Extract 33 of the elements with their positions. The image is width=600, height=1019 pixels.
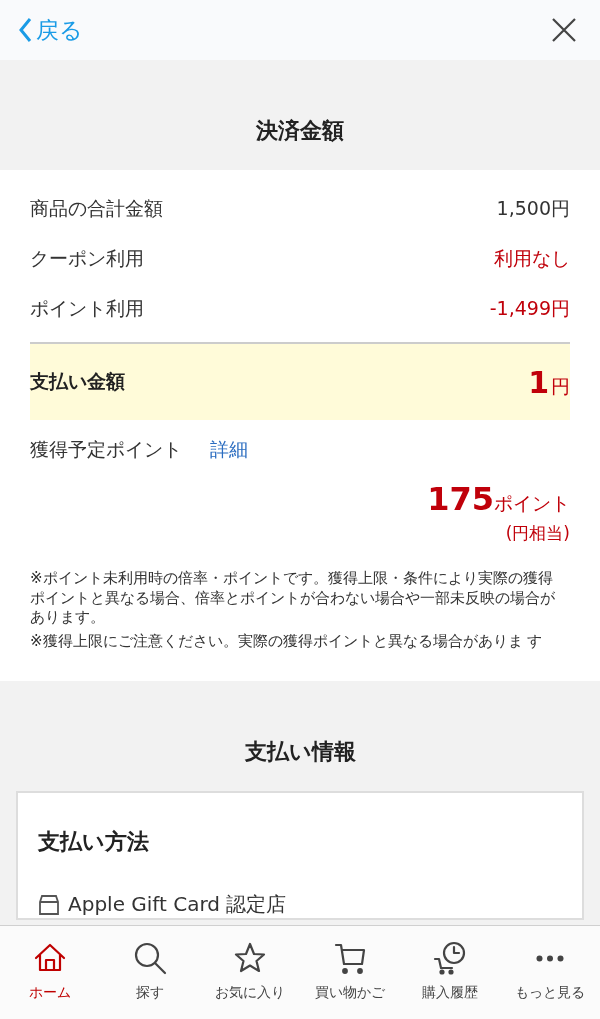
note-text: ※獲得上限にご注意ください。実際の獲得ポイントと異なる場合がありま す xyxy=(30,631,544,651)
tab[interactable]: もっと見る xyxy=(500,926,600,1019)
details-link[interactable]: 詳細 xyxy=(210,437,248,463)
close-button[interactable] xyxy=(550,16,578,44)
tab[interactable]: お気に入り xyxy=(200,926,300,1019)
store-icon xyxy=(38,893,60,916)
close-icon xyxy=(550,16,578,44)
points-unit: ポイント xyxy=(494,491,570,516)
chevron-left-icon xyxy=(18,17,32,43)
total-label: 支払い金額 xyxy=(30,369,125,394)
points-label: 獲得予定ポイント xyxy=(30,437,182,462)
payment-method: Apple Gift Card 認定店 xyxy=(68,891,287,918)
points-note: (円相当) xyxy=(504,522,570,545)
row-value: -1,499円 xyxy=(489,296,570,321)
search-icon xyxy=(132,940,168,976)
tab[interactable]: 購入履歴 xyxy=(400,926,500,1019)
section-title: 支払い情報 xyxy=(243,738,357,766)
currency-unit: 円 xyxy=(551,373,570,399)
cart-clock-icon xyxy=(432,940,468,976)
tab[interactable]: ホーム xyxy=(0,926,100,1019)
row-label: クーポン利用 xyxy=(30,246,144,271)
payment-method-title: 支払い方法 xyxy=(38,828,150,856)
tab[interactable]: 買い物かご xyxy=(300,926,400,1019)
total-amount: 1 xyxy=(528,364,549,400)
section-title: 決済金額 xyxy=(255,117,345,145)
row-value: 利用なし xyxy=(494,246,570,271)
row-label: 商品の合計金額 xyxy=(30,196,163,221)
points-amount: 175 xyxy=(427,480,494,518)
tab[interactable]: 探す xyxy=(100,926,200,1019)
note-text: ※ポイント未利用時の倍率・ポイントです。獲得上限・条件により実際の獲得ポイントと異なる場合、倍率とポイントが合わない場合や一部未反映の場合があります。 xyxy=(30,569,556,628)
row-label: ポイント利用 xyxy=(30,296,144,321)
more-icon xyxy=(535,954,565,962)
row-value: 1,500円 xyxy=(496,196,570,221)
